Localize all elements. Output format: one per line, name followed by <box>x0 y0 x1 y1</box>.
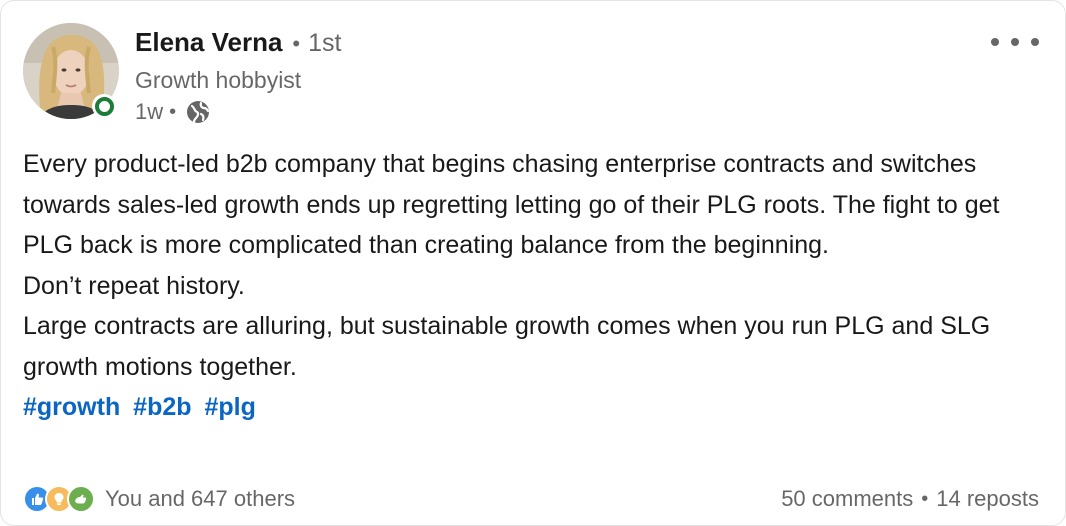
post-body: Every product-led b2b company that begin… <box>23 144 1043 428</box>
separator-dot: • <box>169 100 177 123</box>
support-icon <box>67 485 95 513</box>
post-paragraph: Don’t repeat history. <box>23 271 245 300</box>
separator-dot: • <box>921 487 929 510</box>
reactions-summary[interactable]: You and 647 others <box>23 485 295 513</box>
engagement-stats: 50 comments • 14 reposts <box>781 486 1039 512</box>
connection-degree: 1st <box>308 29 342 57</box>
reactions-count[interactable]: You and 647 others <box>105 486 295 512</box>
more-horizontal-icon <box>1031 38 1039 46</box>
globe-icon <box>186 100 210 124</box>
more-options-button[interactable] <box>991 29 1039 55</box>
post-paragraph: Every product-led b2b company that begin… <box>23 150 1000 259</box>
post-meta: 1w • <box>135 99 341 125</box>
separator-dot: • <box>292 31 301 56</box>
reaction-icons <box>23 485 95 513</box>
hashtag-link[interactable]: #b2b <box>133 393 191 421</box>
more-horizontal-icon <box>1011 38 1019 46</box>
hashtag-list: #growth #b2b #plg <box>23 387 1043 428</box>
author-name-line: Elena Verna • 1st <box>135 27 341 63</box>
more-horizontal-icon <box>991 38 999 46</box>
comments-count[interactable]: 50 comments <box>781 486 913 512</box>
feed-post-card: Elena Verna • 1st Growth hobbyist 1w • E… <box>0 0 1066 526</box>
author-name[interactable]: Elena Verna <box>135 27 282 58</box>
online-status-indicator <box>92 94 116 118</box>
post-header: Elena Verna • 1st Growth hobbyist 1w • <box>135 27 341 125</box>
social-counts: You and 647 others 50 comments • 14 repo… <box>23 481 1039 517</box>
post-paragraph: Large contracts are alluring, but sustai… <box>23 312 991 381</box>
hashtag-link[interactable]: #growth <box>23 393 120 421</box>
reposts-count[interactable]: 14 reposts <box>936 486 1039 512</box>
post-age[interactable]: 1w <box>135 99 163 125</box>
author-avatar[interactable] <box>23 23 119 119</box>
hashtag-link[interactable]: #plg <box>204 393 255 421</box>
author-headline: Growth hobbyist <box>135 67 302 93</box>
